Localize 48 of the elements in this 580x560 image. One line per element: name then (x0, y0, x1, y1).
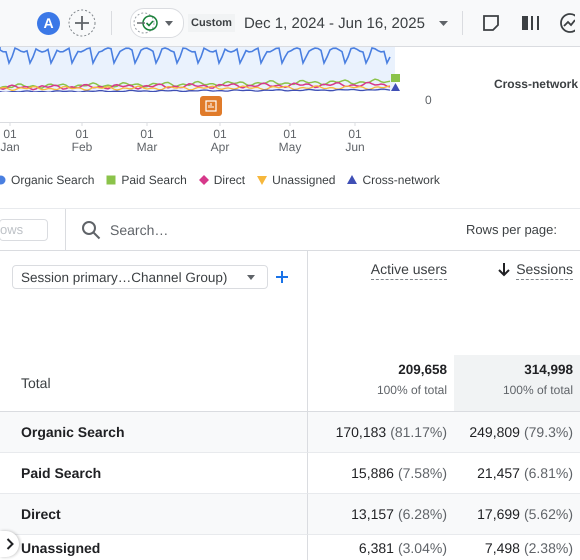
column-header[interactable]: Sessions (516, 261, 573, 280)
caret-icon[interactable] (438, 20, 448, 26)
filter-field[interactable]: ows (0, 218, 48, 240)
table-cell: 7,498 (2.38%) (454, 535, 580, 560)
annotation-icon[interactable] (200, 96, 222, 116)
chevron-right-icon (6, 538, 14, 550)
table-cell: 17,699 (5.62%) (454, 494, 580, 535)
sort-down-icon[interactable] (498, 263, 510, 277)
caret-icon (247, 274, 256, 280)
legend-label: Direct (214, 173, 246, 187)
axis-label: 01 May (278, 128, 302, 154)
series-label: Cross-network (494, 77, 578, 91)
table-cell: Organic Search (0, 412, 308, 453)
search-icon (81, 220, 101, 240)
table-cell: 13,157 (6.28%) (308, 494, 454, 535)
caret-icon (165, 20, 173, 26)
note-icon[interactable] (480, 13, 501, 33)
legend-label: Paid Search (121, 173, 187, 187)
table-cell: 249,809 (79.3%) (454, 412, 580, 453)
axis-label: 01 Apr (210, 128, 230, 154)
total-share: 100% of total (376, 383, 447, 397)
dimension-dropdown[interactable]: Session primary…Channel Group) (12, 265, 268, 289)
expand-button[interactable] (0, 531, 19, 557)
check-circle-icon (133, 11, 159, 35)
avatar[interactable]: A (37, 12, 60, 34)
table-cell: Direct (0, 494, 308, 535)
axis-label: 01 Mar (136, 128, 158, 154)
column-header[interactable]: Active users (370, 261, 447, 280)
add-icon[interactable] (67, 8, 97, 38)
axis-label: 01 Jan (0, 128, 21, 154)
total-value: 209,658 (398, 362, 447, 377)
legend-label: Cross-network (362, 173, 440, 187)
add-icon[interactable] (275, 270, 290, 284)
rows-per-page-label: Rows per page: (466, 222, 557, 237)
date-range-picker[interactable]: Dec 1, 2024 - Jun 16, 2025 (244, 14, 425, 32)
table-cell: 6,381 (3.04%) (308, 535, 454, 560)
total-value: 314,998 (524, 362, 573, 377)
legend-label: Unassigned (272, 173, 336, 187)
range-label: Custom (188, 14, 235, 32)
table-cell: 170,183 (81.17%) (308, 412, 454, 453)
comparison-button[interactable] (130, 8, 184, 38)
axis-label: 01 Feb (70, 128, 94, 154)
axis-label: 01 Jun (344, 128, 366, 154)
compare-columns-icon[interactable] (520, 13, 542, 33)
axis-label: 0 (425, 93, 432, 107)
legend-label: Organic Search (11, 173, 94, 187)
total-share: 100% of total (502, 383, 573, 397)
insights-icon[interactable] (558, 12, 575, 34)
